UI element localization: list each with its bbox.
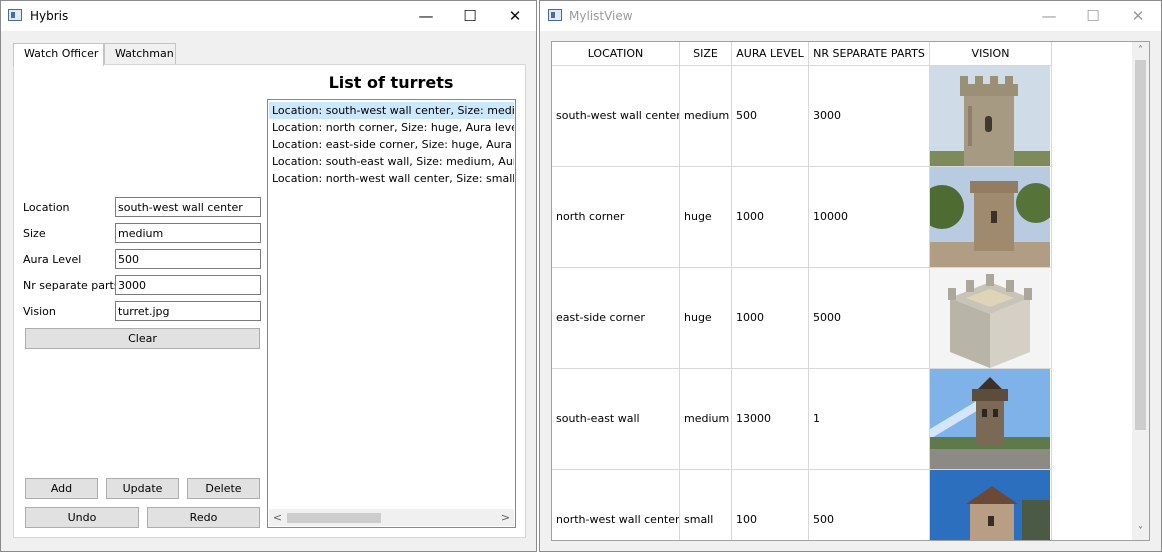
location-cell[interactable]: north-west wall center — [552, 470, 680, 540]
vertical-scrollbar[interactable]: ˄ ˅ — [1132, 42, 1149, 540]
window-title: MylistView — [569, 9, 633, 23]
table-row[interactable]: north corner huge 1000 10000 — [552, 167, 1052, 268]
list-item[interactable]: Location: south-east wall, Size: medium,… — [269, 153, 514, 170]
size-cell[interactable]: medium — [680, 66, 732, 166]
round-turret-blue-sky-image — [930, 470, 1050, 540]
location-cell[interactable]: north corner — [552, 167, 680, 267]
add-button[interactable]: Add — [25, 478, 98, 499]
minimize-button[interactable]: — — [1026, 1, 1072, 31]
separate-parts-cell[interactable]: 1 — [809, 369, 930, 469]
stone-turret-trees-image — [930, 167, 1050, 267]
aura-level-cell[interactable]: 100 — [732, 470, 809, 540]
separate-parts-cell[interactable]: 5000 — [809, 268, 930, 368]
undo-button[interactable]: Undo — [25, 507, 139, 528]
location-input[interactable] — [115, 197, 261, 217]
location-cell[interactable]: south-west wall center — [552, 66, 680, 166]
horizontal-scrollbar[interactable]: < > — [269, 509, 514, 526]
separate-parts-input[interactable] — [115, 275, 261, 295]
update-button[interactable]: Update — [106, 478, 179, 499]
separate-parts-cell[interactable]: 10000 — [809, 167, 930, 267]
separate-parts-cell[interactable]: 3000 — [809, 66, 930, 166]
vision-cell[interactable] — [930, 268, 1052, 368]
lighthouse-tower-image — [930, 369, 1050, 469]
aura-level-input[interactable] — [115, 249, 261, 269]
app-window-icon — [548, 9, 562, 21]
list-item[interactable]: Location: north corner, Size: huge, Aura… — [269, 119, 514, 136]
scrollbar-thumb[interactable] — [287, 513, 381, 523]
redo-button[interactable]: Redo — [147, 507, 260, 528]
scroll-down-icon[interactable]: ˅ — [1132, 523, 1149, 540]
vision-input[interactable] — [115, 301, 261, 321]
vision-label: Vision — [23, 305, 56, 318]
tab-watchman[interactable]: Watchman — [104, 43, 176, 65]
clear-button[interactable]: Clear — [25, 328, 260, 349]
aura-level-label: Aura Level — [23, 253, 82, 266]
maximize-button[interactable]: ☐ — [1070, 1, 1116, 31]
scroll-right-icon[interactable]: > — [497, 509, 514, 526]
aura-level-cell[interactable]: 13000 — [732, 369, 809, 469]
turret-table[interactable]: LOCATION SIZE AURA LEVEL NR SEPARATE PAR… — [551, 41, 1150, 541]
size-cell[interactable]: huge — [680, 268, 732, 368]
tab-watch-officer[interactable]: Watch Officer — [13, 43, 104, 66]
vision-cell[interactable] — [930, 66, 1052, 166]
column-header-separate-parts[interactable]: NR SEPARATE PARTS — [809, 42, 930, 66]
vision-cell[interactable] — [930, 167, 1052, 267]
vision-cell[interactable] — [930, 470, 1052, 540]
watch-officer-pane: Location Size Aura Level Nr separate par… — [13, 64, 526, 538]
scroll-up-icon[interactable]: ˄ — [1132, 42, 1149, 59]
round-stone-tower-image — [930, 66, 1050, 166]
location-cell[interactable]: east-side corner — [552, 268, 680, 368]
hybris-window: Hybris — ☐ ✕ Watch Officer Watchman Loca… — [0, 0, 537, 552]
close-button[interactable]: ✕ — [1115, 1, 1161, 31]
list-title: List of turrets — [328, 73, 454, 92]
close-button[interactable]: ✕ — [492, 1, 536, 31]
column-header-location[interactable]: LOCATION — [552, 42, 680, 66]
delete-button[interactable]: Delete — [187, 478, 260, 499]
scrollbar-thumb[interactable] — [1135, 60, 1146, 430]
aura-level-cell[interactable]: 1000 — [732, 167, 809, 267]
mylistview-window: MylistView — ☐ ✕ LOCATION SIZE AURA LEVE… — [539, 0, 1162, 552]
column-header-size[interactable]: SIZE — [680, 42, 732, 66]
aura-level-cell[interactable]: 1000 — [732, 268, 809, 368]
size-cell[interactable]: huge — [680, 167, 732, 267]
table-row[interactable]: east-side corner huge 1000 5000 — [552, 268, 1052, 369]
scroll-left-icon[interactable]: < — [269, 509, 286, 526]
location-cell[interactable]: south-east wall — [552, 369, 680, 469]
vision-cell[interactable] — [930, 369, 1052, 469]
window-title: Hybris — [30, 9, 69, 23]
list-item[interactable]: Location: south-west wall center, Size: … — [269, 102, 514, 119]
separate-parts-cell[interactable]: 500 — [809, 470, 930, 540]
grey-crenellated-tower-image — [930, 268, 1050, 368]
aura-level-cell[interactable]: 500 — [732, 66, 809, 166]
location-label: Location — [23, 201, 70, 214]
minimize-button[interactable]: — — [403, 1, 449, 31]
column-header-vision[interactable]: VISION — [930, 42, 1052, 66]
hybris-titlebar[interactable]: Hybris — ☐ ✕ — [1, 1, 536, 31]
table-row[interactable]: north-west wall center small 100 500 — [552, 470, 1052, 540]
mylistview-titlebar[interactable]: MylistView — ☐ ✕ — [540, 1, 1161, 31]
separate-parts-label: Nr separate parts — [23, 279, 120, 292]
table-row[interactable]: south-west wall center medium 500 3000 — [552, 66, 1052, 167]
size-label: Size — [23, 227, 46, 240]
maximize-button[interactable]: ☐ — [447, 1, 493, 31]
table-row[interactable]: south-east wall medium 13000 1 — [552, 369, 1052, 470]
column-header-aura-level[interactable]: AURA LEVEL — [732, 42, 809, 66]
list-item[interactable]: Location: north-west wall center, Size: … — [269, 170, 514, 187]
size-cell[interactable]: small — [680, 470, 732, 540]
size-input[interactable] — [115, 223, 261, 243]
app-window-icon — [8, 9, 22, 21]
list-item[interactable]: Location: east-side corner, Size: huge, … — [269, 136, 514, 153]
turret-listbox[interactable]: Location: south-west wall center, Size: … — [267, 99, 516, 528]
size-cell[interactable]: medium — [680, 369, 732, 469]
